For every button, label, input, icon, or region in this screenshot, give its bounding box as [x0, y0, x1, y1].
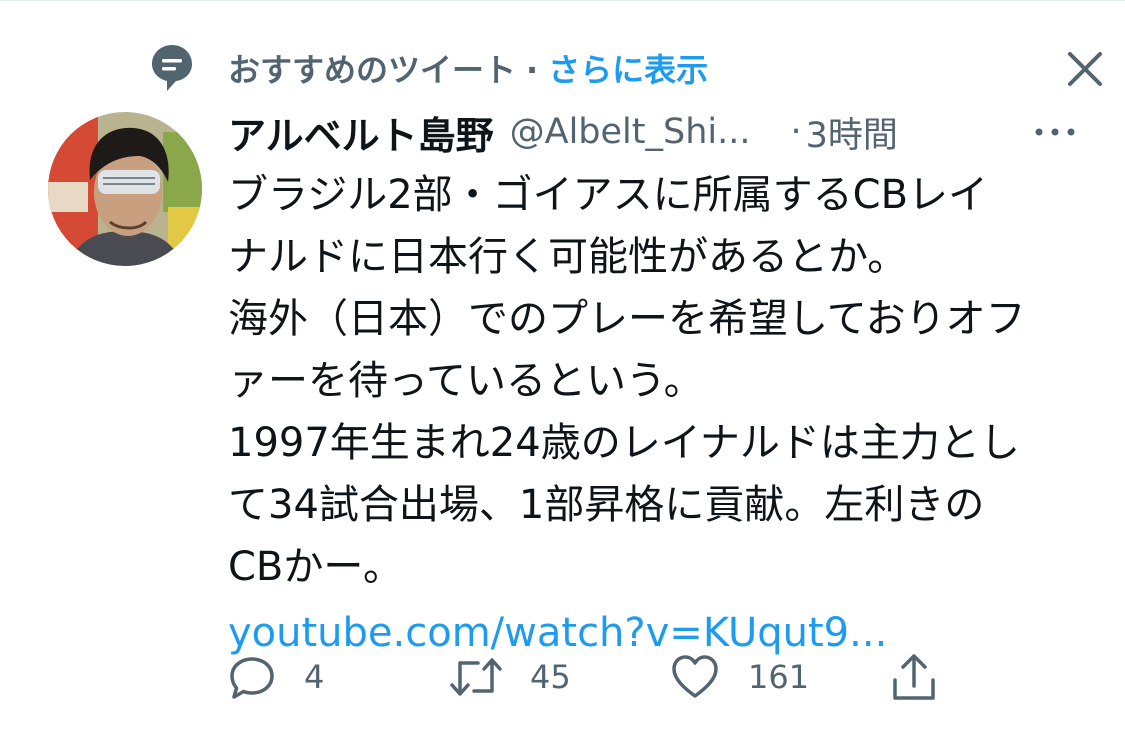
retweet-icon	[450, 658, 502, 696]
tweet-text-line: 1997年生まれ24歳のレイナルドは主力とし	[228, 420, 1020, 466]
tweet-text-line: ナルドに日本行く可能性があるとか。	[228, 234, 908, 280]
tweet-text: ブラジル2部・ゴイアスに所属するCBレイ ナルドに日本行く可能性があるとか。 海…	[228, 164, 1088, 664]
time-separator: ·	[790, 112, 802, 152]
reply-count: 4	[304, 658, 325, 696]
more-horizontal-icon[interactable]	[1032, 114, 1078, 150]
tweet-actions: 4 45 161	[228, 648, 988, 706]
author-handle[interactable]: @Albelt_Shi...	[510, 112, 751, 152]
tweet-header: アルベルト島野 @Albelt_Shi... · 3時間	[228, 104, 1078, 160]
tweet-text-line: 海外（日本）でのプレーを希望しておりオフ	[228, 296, 1026, 342]
avatar[interactable]	[48, 112, 202, 266]
tweet-timestamp[interactable]: 3時間	[806, 107, 898, 158]
show-more-link[interactable]: さらに表示	[548, 51, 708, 89]
share-button[interactable]	[890, 648, 938, 706]
message-icon	[152, 45, 192, 91]
reply-icon	[230, 657, 274, 699]
retweet-button[interactable]: 45	[450, 648, 571, 706]
tweet-text-line: ブラジル2部・ゴイアスに所属するCBレイ	[228, 172, 989, 218]
heart-icon	[672, 655, 718, 698]
tweet-text-line: CBかー。	[228, 544, 403, 590]
reply-button[interactable]: 4	[228, 648, 324, 706]
like-button[interactable]: 161	[670, 648, 809, 706]
retweet-count: 45	[530, 658, 571, 696]
tweet-text-line: ァーを待っているという。	[228, 358, 704, 404]
close-icon[interactable]	[1060, 44, 1110, 94]
like-count: 161	[748, 658, 810, 696]
share-icon	[893, 654, 935, 700]
author-name[interactable]: アルベルト島野	[228, 105, 494, 160]
tweet-text-line: て34試合出場、1部昇格に貢献。左利きの	[228, 482, 985, 528]
recommended-tweet-label: おすすめのツイート	[228, 51, 517, 89]
top-divider	[0, 0, 1125, 1]
recommended-tweet-bar: おすすめのツイート · さらに表示	[150, 40, 1110, 96]
context-separator: ·	[526, 51, 539, 89]
